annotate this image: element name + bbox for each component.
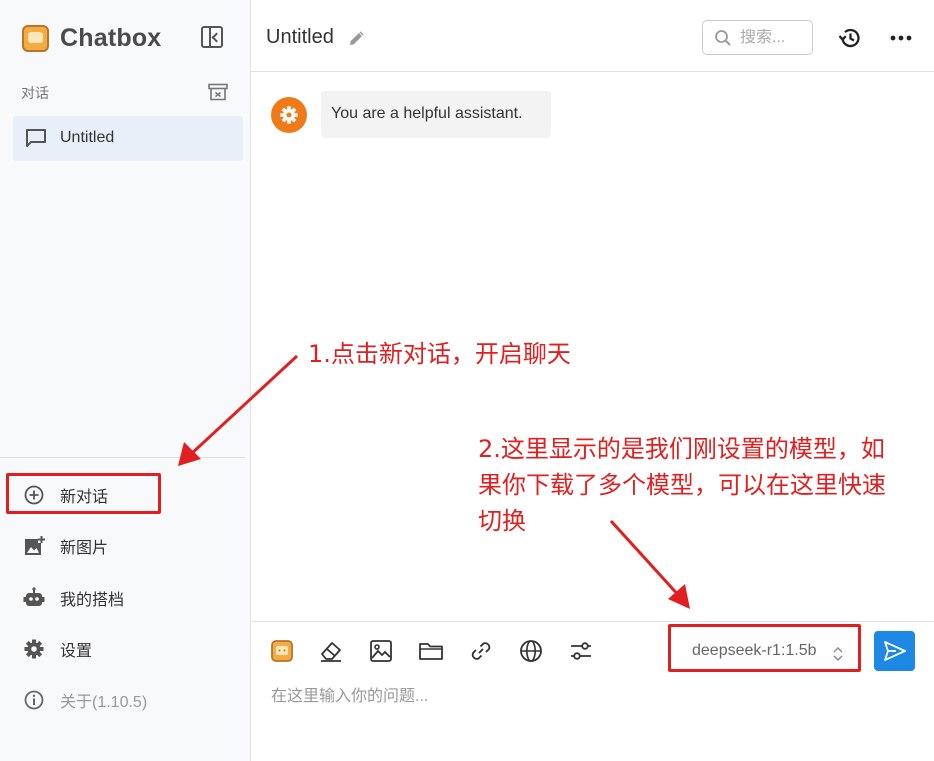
chat-bubble-icon xyxy=(26,129,46,147)
gear-icon xyxy=(280,106,298,124)
more-options-icon[interactable] xyxy=(889,29,913,47)
system-message: You are a helpful assistant. xyxy=(321,91,551,138)
session-label: Untitled xyxy=(60,129,115,146)
archive-icon[interactable] xyxy=(208,83,228,101)
new-image-button[interactable]: 新图片 xyxy=(22,532,108,560)
highlight-box-new-chat xyxy=(6,473,161,514)
system-avatar xyxy=(271,97,307,133)
annotation-new-chat: 1.点击新对话，开启聊天 xyxy=(308,340,571,368)
chatbox-window: Chatbox 对话 Untitled 新对话 新图片 我的搭档 设置 关于(1… xyxy=(0,0,934,761)
sessions-section-label: 对话 xyxy=(21,85,49,101)
eraser-icon[interactable] xyxy=(318,638,344,664)
my-copilots-button[interactable]: 我的搭档 xyxy=(22,584,124,612)
arrow-to-model xyxy=(609,519,690,609)
new-image-label: 新图片 xyxy=(60,540,109,557)
chat-title: Untitled xyxy=(266,26,334,48)
search-icon xyxy=(715,29,731,46)
highlight-box-model xyxy=(668,624,861,672)
settings-sliders-icon[interactable] xyxy=(568,638,594,664)
message-input[interactable] xyxy=(271,682,911,712)
sidebar-divider xyxy=(0,457,245,458)
robot-icon xyxy=(22,586,46,610)
about-label: 关于(1.10.5) xyxy=(60,694,148,711)
chat-header: Untitled xyxy=(251,0,934,72)
info-icon xyxy=(22,688,46,712)
image-icon[interactable] xyxy=(368,638,394,664)
history-icon[interactable] xyxy=(837,25,863,51)
settings-button[interactable]: 设置 xyxy=(22,635,92,663)
search-input[interactable] xyxy=(740,28,806,47)
link-icon[interactable] xyxy=(468,638,494,664)
settings-label: 设置 xyxy=(60,643,93,660)
add-image-icon xyxy=(22,534,46,558)
globe-icon[interactable] xyxy=(518,638,544,664)
send-icon xyxy=(883,641,906,661)
copilot-avatar-icon[interactable] xyxy=(269,638,295,664)
search-box[interactable] xyxy=(702,20,813,55)
app-name: Chatbox xyxy=(60,24,162,52)
annotation-model-line3: 切换 xyxy=(478,507,526,535)
about-button[interactable]: 关于(1.10.5) xyxy=(22,686,147,714)
annotation-model-line1: 2.这里显示的是我们刚设置的模型，如 xyxy=(478,435,885,463)
sidebar: Chatbox 对话 Untitled 新对话 新图片 我的搭档 设置 关于(1… xyxy=(0,0,251,761)
session-item-untitled[interactable]: Untitled xyxy=(13,116,243,161)
folder-icon[interactable] xyxy=(418,638,444,664)
gear-icon xyxy=(22,637,46,661)
my-copilots-label: 我的搭档 xyxy=(60,592,125,609)
send-button[interactable] xyxy=(874,631,915,671)
brand: Chatbox xyxy=(22,24,161,53)
annotation-model-line2: 果你下载了多个模型，可以在这里快速 xyxy=(478,471,886,499)
edit-pencil-icon[interactable] xyxy=(348,29,366,47)
collapse-sidebar-icon[interactable] xyxy=(201,26,223,48)
chatbox-logo-icon xyxy=(22,25,49,52)
